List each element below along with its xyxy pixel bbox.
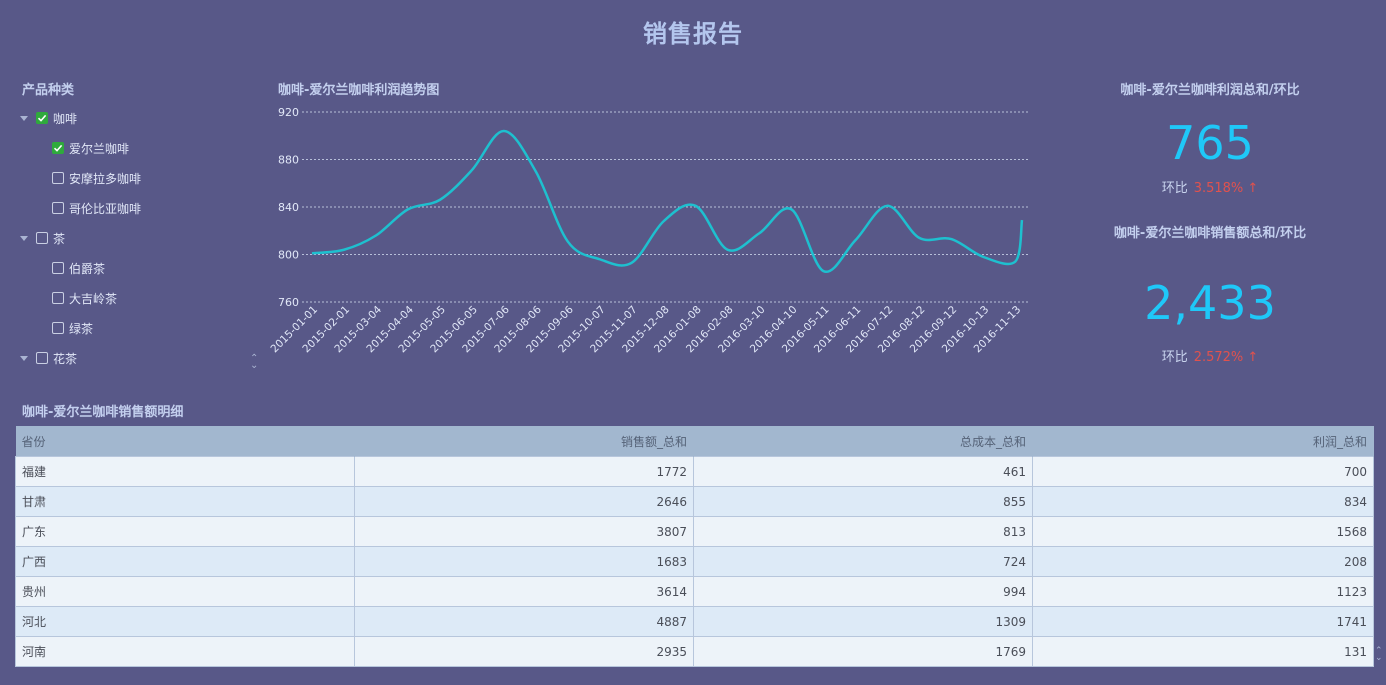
table-cell: 福建 xyxy=(15,456,355,487)
table-cell: 河南 xyxy=(15,636,355,667)
profit-trend-chart: 7608008408809202015-01-012015-02-012015-… xyxy=(270,106,1028,355)
table-row[interactable]: 福建 1772 461 700 xyxy=(15,456,1374,487)
table-cell: 994 xyxy=(693,576,1033,607)
kpi-sales-delta: 2.572% ↑ xyxy=(1193,350,1259,365)
tree-item[interactable]: 茶 xyxy=(20,223,65,253)
table-cell: 131 xyxy=(1032,636,1374,667)
tree-item-label: 爱尔兰咖啡 xyxy=(69,141,130,156)
table-cell: 3807 xyxy=(354,516,694,547)
table-cell: 1309 xyxy=(693,606,1033,637)
table-cell: 3614 xyxy=(354,576,694,607)
caret-down-icon[interactable] xyxy=(20,115,28,121)
kpi-sales-value: 2,433 xyxy=(1144,276,1276,330)
table-cell: 1683 xyxy=(354,546,694,577)
kpi-sales-compare: 环比 2.572% ↑ xyxy=(1060,346,1360,365)
y-tick-label: 760 xyxy=(278,296,299,309)
tree-item[interactable]: 大吉岭茶 xyxy=(52,283,117,313)
tree-item[interactable]: 安摩拉多咖啡 xyxy=(52,163,141,193)
column-header-cost[interactable]: 总成本_总和 xyxy=(693,426,1033,457)
table-cell: 1772 xyxy=(354,456,694,487)
table-cell: 贵州 xyxy=(15,576,355,607)
column-header-profit[interactable]: 利润_总和 xyxy=(1032,426,1374,457)
table-row[interactable]: 甘肃 2646 855 834 xyxy=(15,486,1374,517)
checkmark-icon xyxy=(53,144,63,152)
table-row[interactable]: 河北 4887 1309 1741 xyxy=(15,606,1374,637)
table-cell: 甘肃 xyxy=(15,486,355,517)
tree-item-label: 安摩拉多咖啡 xyxy=(69,171,142,186)
kpi-sales-compare-label: 环比 xyxy=(1161,350,1188,365)
checkbox[interactable] xyxy=(52,292,64,304)
table-cell: 广东 xyxy=(15,516,355,547)
y-tick-label: 880 xyxy=(278,154,299,167)
table-cell: 813 xyxy=(693,516,1033,547)
kpi-profit-compare: 环比 3.518% ↑ xyxy=(1060,177,1360,196)
checkbox[interactable] xyxy=(36,112,48,124)
tree-item-label: 大吉岭茶 xyxy=(69,291,118,306)
table-cell: 4887 xyxy=(354,606,694,637)
kpi-profit-compare-label: 环比 xyxy=(1161,181,1188,196)
table-scroll-icon[interactable]: ⌃ ⌄ xyxy=(1375,647,1383,663)
tree-item-label: 绿茶 xyxy=(69,321,94,336)
table-cell: 855 xyxy=(693,486,1033,517)
tree-item-label: 茶 xyxy=(53,231,66,246)
table-cell: 700 xyxy=(1032,456,1374,487)
tree-item[interactable]: 伯爵茶 xyxy=(52,253,105,283)
table-title: 咖啡-爱尔兰咖啡销售额明细 xyxy=(22,405,184,420)
tree-item-label: 花茶 xyxy=(53,351,78,366)
y-tick-label: 840 xyxy=(278,201,299,214)
sales-detail-table: 省份 销售额_总和 总成本_总和 利润_总和 福建 1772 461 700 甘肃 264… xyxy=(15,426,1374,667)
y-tick-label: 920 xyxy=(278,106,299,119)
tree-item[interactable]: 哥伦比亚咖啡 xyxy=(52,193,141,223)
tree-item-label: 咖啡 xyxy=(53,111,78,126)
column-header-sales[interactable]: 销售额_总和 xyxy=(354,426,694,457)
table-cell: 2935 xyxy=(354,636,694,667)
table-cell: 河北 xyxy=(15,606,355,637)
chart-title: 咖啡-爱尔兰咖啡利润趋势图 xyxy=(278,83,440,98)
tree-item[interactable]: 爱尔兰咖啡 xyxy=(52,133,129,163)
table-row[interactable]: 广西 1683 724 208 xyxy=(15,546,1374,577)
caret-down-icon[interactable] xyxy=(20,235,28,241)
kpi-sales-title: 咖啡-爱尔兰咖啡销售额总和/环比 xyxy=(1113,226,1307,241)
checkbox[interactable] xyxy=(52,322,64,334)
profit-series-line[interactable] xyxy=(311,129,1024,273)
checkbox[interactable] xyxy=(52,262,64,274)
checkmark-icon xyxy=(37,114,47,122)
checkbox[interactable] xyxy=(36,352,48,364)
table-row[interactable]: 贵州 3614 994 1123 xyxy=(15,576,1374,607)
table-header-row: 省份 销售额_总和 总成本_总和 利润_总和 xyxy=(15,426,1374,457)
table-cell: 1769 xyxy=(693,636,1033,667)
tree-scroll-icon[interactable]: ⌃ ⌄ xyxy=(250,354,258,371)
tree-item-label: 伯爵茶 xyxy=(69,261,106,276)
table-cell: 1741 xyxy=(1032,606,1374,637)
table-cell: 834 xyxy=(1032,486,1374,517)
tree-item[interactable]: 咖啡 xyxy=(20,103,77,133)
tree-item-label: 哥伦比亚咖啡 xyxy=(69,201,142,216)
checkbox[interactable] xyxy=(52,142,64,154)
page-title: 销售报告 xyxy=(643,20,743,48)
checkbox[interactable] xyxy=(52,202,64,214)
checkbox[interactable] xyxy=(36,232,48,244)
tree-item[interactable]: 绿茶 xyxy=(52,313,93,343)
column-header-province[interactable]: 省份 xyxy=(15,426,355,457)
table-cell: 208 xyxy=(1032,546,1374,577)
table-cell: 2646 xyxy=(354,486,694,517)
table-cell: 724 xyxy=(693,546,1033,577)
filter-title: 产品种类 xyxy=(22,83,75,98)
y-tick-label: 800 xyxy=(278,249,299,262)
table-cell: 1123 xyxy=(1032,576,1374,607)
table-row[interactable]: 河南 2935 1769 131 xyxy=(15,636,1374,667)
kpi-profit-delta: 3.518% ↑ xyxy=(1193,181,1259,196)
tree-item[interactable]: 花茶 xyxy=(20,343,77,373)
table-row[interactable]: 广东 3807 813 1568 xyxy=(15,516,1374,547)
kpi-profit-value: 765 xyxy=(1166,116,1254,170)
checkbox[interactable] xyxy=(52,172,64,184)
table-cell: 广西 xyxy=(15,546,355,577)
kpi-profit-title: 咖啡-爱尔兰咖啡利润总和/环比 xyxy=(1120,83,1300,98)
table-cell: 461 xyxy=(693,456,1033,487)
caret-down-icon[interactable] xyxy=(20,355,28,361)
table-cell: 1568 xyxy=(1032,516,1374,547)
